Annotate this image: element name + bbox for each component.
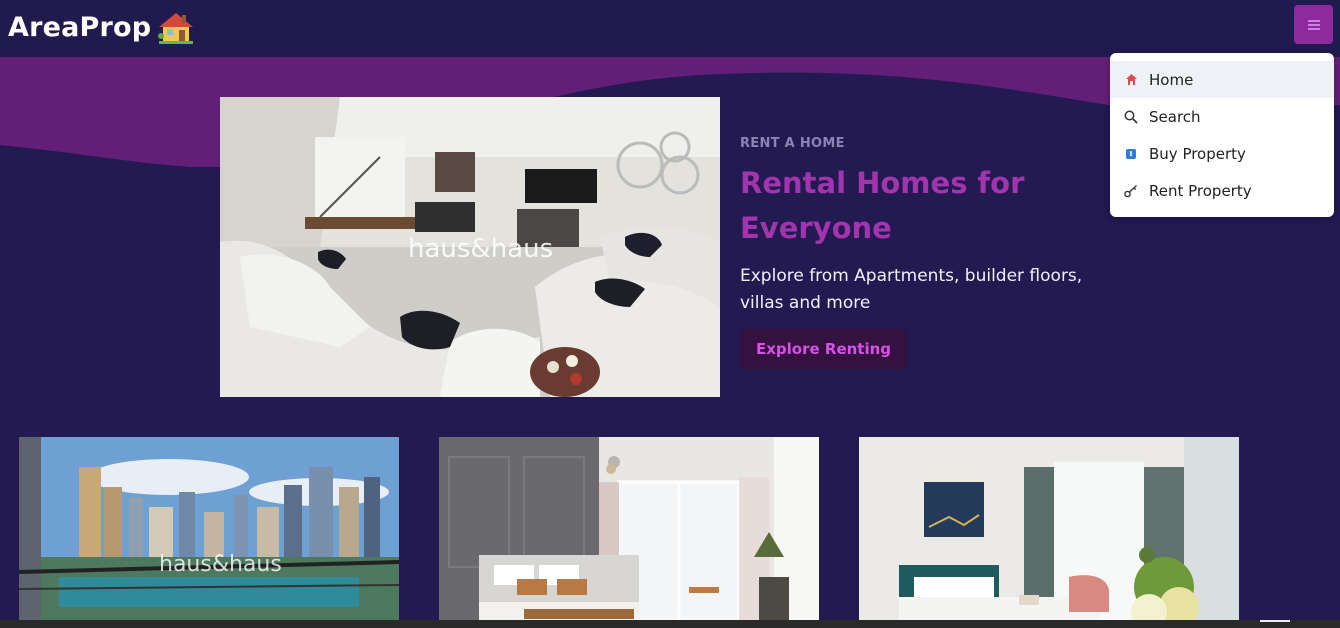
property-card-image-3[interactable] — [859, 437, 1239, 628]
hero-content: RENT A HOME Rental Homes for Everyone Ex… — [740, 136, 1120, 369]
hero-title: Rental Homes for Everyone — [740, 166, 1025, 245]
menu-item-home[interactable]: Home — [1110, 61, 1334, 98]
menu-item-label: Buy Property — [1149, 144, 1246, 163]
key-icon — [1124, 184, 1138, 198]
strip-indicator — [1260, 620, 1290, 622]
brand-logo[interactable]: AreaProp — [8, 10, 195, 44]
property-card-image-2[interactable] — [439, 437, 819, 628]
home-icon — [1124, 73, 1138, 87]
hamburger-icon — [1307, 20, 1320, 30]
menu-item-rent-property[interactable]: Rent Property — [1110, 172, 1334, 209]
menu-item-search[interactable]: Search — [1110, 98, 1334, 135]
house-icon — [157, 10, 195, 44]
nav-dropdown-menu: Home Search Buy Property Rent Property — [1110, 53, 1334, 217]
search-icon — [1124, 110, 1138, 124]
hero-description: Explore from Apartments, builder floors,… — [740, 266, 1083, 313]
menu-item-buy-property[interactable]: Buy Property — [1110, 135, 1334, 172]
menu-toggle-button[interactable] — [1294, 5, 1333, 44]
explore-renting-button[interactable]: Explore Renting — [740, 329, 908, 369]
menu-item-label: Home — [1149, 70, 1194, 89]
menu-item-label: Rent Property — [1149, 181, 1252, 200]
card-image-watermark: haus&haus — [159, 552, 282, 577]
top-navbar: AreaProp — [0, 0, 1340, 57]
tag-icon — [1124, 147, 1138, 161]
page: AreaProp Home Search Buy Property Rent P… — [0, 0, 1340, 628]
hero-image-watermark: haus&haus — [408, 234, 553, 264]
brand-name: AreaProp — [8, 11, 152, 43]
menu-item-label: Search — [1149, 107, 1201, 126]
hero-eyebrow: RENT A HOME — [740, 136, 845, 151]
bottom-strip — [0, 620, 1340, 628]
property-card-image-1[interactable]: haus&haus — [19, 437, 399, 628]
hero-living-room-image: haus&haus — [220, 97, 720, 397]
